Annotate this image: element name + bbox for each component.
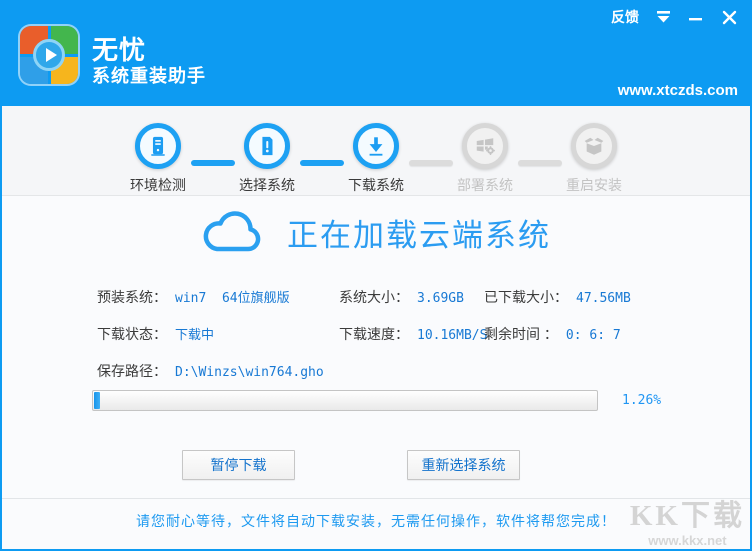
- download-state-value: 下载中: [175, 328, 215, 343]
- step-connector: [408, 160, 453, 166]
- progress-section: 1.26%: [92, 390, 661, 411]
- website-link: www.xtczds.com: [617, 82, 738, 99]
- app-window: 无忧 系统重装助手 反馈 www.xtczds.com 环境检测 选择系统 下载…: [0, 0, 752, 551]
- save-path-label: 保存路径：: [97, 363, 167, 379]
- close-button[interactable]: [720, 8, 738, 26]
- action-buttons: 暂停下载 重新选择系统: [182, 450, 520, 480]
- save-path: 保存路径： D:\Winzs\win764.gho: [97, 361, 339, 383]
- document-alert-icon: [244, 123, 290, 169]
- download-icon: [353, 123, 399, 169]
- system-size: 系统大小： 3.69GB: [339, 287, 484, 309]
- preinstalled-system-label: 预装系统：: [97, 289, 167, 305]
- download-state-label: 下载状态：: [97, 326, 167, 342]
- preinstalled-system-value: win7 64位旗舰版: [175, 291, 290, 306]
- download-state: 下载状态： 下载中: [97, 324, 339, 346]
- step-connector: [190, 160, 235, 166]
- progress-fill: [94, 392, 101, 409]
- step-label: 选择系统: [239, 177, 295, 193]
- pause-download-button[interactable]: 暂停下载: [182, 450, 295, 480]
- downloaded-size: 已下载大小： 47.56MB: [484, 287, 631, 309]
- titlebar-controls: 反馈: [611, 7, 738, 27]
- remaining-time-value: 0: 6: 7: [565, 328, 621, 343]
- system-size-label: 系统大小：: [339, 289, 409, 305]
- step-label: 环境检测: [130, 177, 186, 193]
- progress-bar: [92, 390, 598, 411]
- downloaded-size-label: 已下载大小：: [484, 289, 568, 305]
- computer-icon: [135, 123, 181, 169]
- status-header: 正在加载云端系统: [2, 209, 750, 255]
- step-connector: [517, 160, 562, 166]
- app-subtitle: 系统重装助手: [92, 66, 206, 86]
- progress-percent: 1.26%: [622, 393, 662, 408]
- step-select-system: 选择系统: [235, 123, 300, 195]
- reselect-system-button[interactable]: 重新选择系统: [407, 450, 520, 480]
- loading-title: 正在加载云端系统: [287, 217, 551, 253]
- minimize-button[interactable]: [687, 8, 705, 26]
- download-speed-label: 下载速度：: [339, 326, 409, 342]
- windows-gear-icon: [462, 123, 508, 169]
- step-restart-install: 重启安装: [562, 123, 627, 195]
- downloaded-size-value: 47.56MB: [576, 291, 631, 306]
- step-env-check: 环境检测: [126, 123, 191, 195]
- play-icon: [33, 39, 65, 71]
- footer-divider: [2, 498, 750, 499]
- preinstalled-system: 预装系统： win7 64位旗舰版: [97, 287, 339, 309]
- footer-notice: 请您耐心等待，文件将自动下载安装，无需任何操作，软件将帮您完成！: [136, 513, 616, 529]
- step-label: 重启安装: [566, 177, 622, 193]
- titlebar: 无忧 系统重装助手 反馈 www.xtczds.com: [2, 0, 750, 106]
- step-connector: [299, 160, 344, 166]
- step-deploy-system: 部署系统: [453, 123, 518, 195]
- step-label: 下载系统: [348, 177, 404, 193]
- cloud-icon: [203, 211, 261, 252]
- step-label: 部署系统: [457, 177, 513, 193]
- save-path-value: D:\Winzs\win764.gho: [175, 365, 324, 380]
- package-icon: [571, 123, 617, 169]
- download-info: 预装系统： win7 64位旗舰版 系统大小： 3.69GB 已下载大小： 47.56…: [97, 287, 631, 383]
- step-download-system: 下载系统: [344, 123, 409, 195]
- menu-dropdown-icon[interactable]: [654, 8, 672, 26]
- download-speed-value: 10.16MB/S: [417, 328, 488, 343]
- download-speed: 下载速度： 10.16MB/S: [339, 324, 488, 346]
- feedback-button[interactable]: 反馈: [611, 7, 639, 27]
- remaining-time: 剩余时间 ： 0: 6: 7: [484, 324, 631, 346]
- steps-bar: 环境检测 选择系统 下载系统 部署系统 重启安装: [2, 106, 750, 196]
- watermark-url: www.kkx.net: [648, 533, 727, 548]
- main-panel: 正在加载云端系统 预装系统： win7 64位旗舰版 系统大小： 3.69GB 已下…: [2, 196, 750, 549]
- remaining-time-label: 剩余时间 ：: [484, 326, 558, 342]
- system-size-value: 3.69GB: [417, 291, 464, 306]
